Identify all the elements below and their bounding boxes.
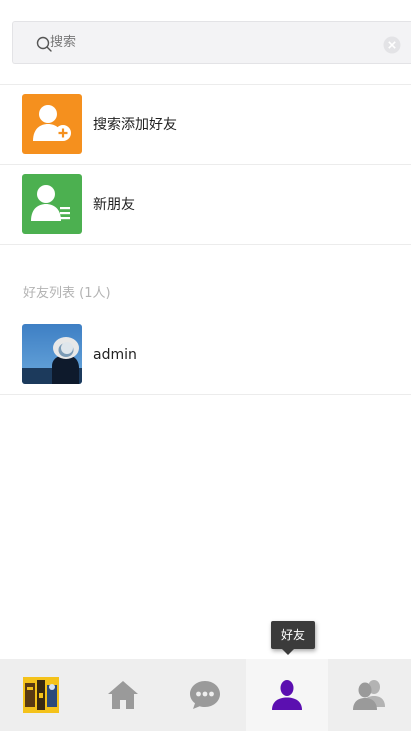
bottom-tab-bar (0, 659, 411, 731)
tooltip-arrow (282, 649, 294, 655)
new-friends-item[interactable]: 新朋友 (0, 165, 411, 245)
friend-name: admin (93, 347, 137, 363)
divider (0, 244, 411, 245)
home-icon (108, 681, 138, 709)
chat-bubble-icon (190, 681, 220, 709)
tab-friends[interactable] (246, 659, 328, 731)
group-icon (353, 680, 385, 710)
tab-chat[interactable] (164, 659, 246, 731)
search-input[interactable] (50, 22, 380, 63)
search-add-friend-item[interactable]: 搜索添加好友 (0, 85, 411, 165)
new-friend-list-icon (31, 185, 70, 221)
add-user-tile (22, 94, 82, 154)
friends-list-title: 好友列表 (1人) (23, 286, 111, 301)
avatar (22, 324, 82, 384)
tab-home[interactable] (82, 659, 164, 731)
person-icon (272, 680, 302, 710)
search-add-friend-label: 搜索添加好友 (93, 117, 177, 133)
profile-avatar-icon (23, 677, 59, 713)
friend-list-item[interactable]: admin (0, 315, 411, 395)
clear-icon[interactable] (383, 36, 401, 54)
divider (0, 394, 411, 395)
search-bar[interactable] (12, 21, 411, 64)
add-user-icon (33, 105, 71, 141)
tab-profile[interactable] (0, 659, 82, 731)
tab-tooltip: 好友 (271, 621, 315, 649)
new-friends-label: 新朋友 (93, 197, 135, 213)
tab-groups[interactable] (328, 659, 410, 731)
new-friends-tile (22, 174, 82, 234)
